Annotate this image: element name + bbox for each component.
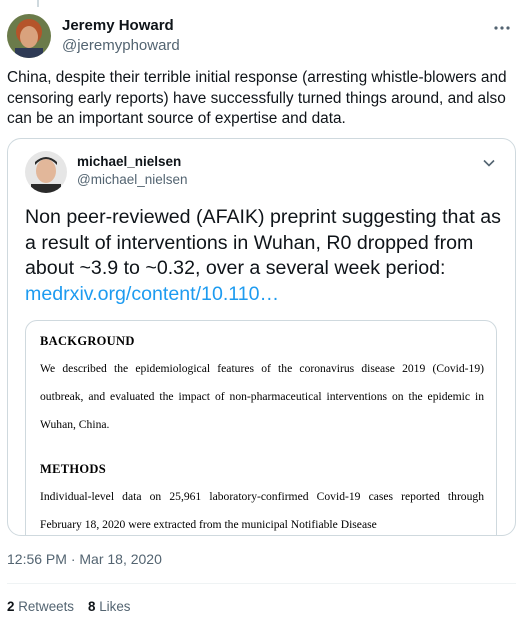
likes-label: Likes: [99, 599, 131, 614]
quoted-author-handle[interactable]: @michael_nielsen: [77, 171, 188, 189]
quoted-link[interactable]: medrxiv.org/content/10.110…: [25, 283, 279, 305]
quoted-avatar[interactable]: [25, 151, 67, 193]
likes-count: 8: [88, 599, 96, 614]
tweet-stats: 2 Retweets 8 Likes: [7, 598, 130, 616]
retweets-stat[interactable]: 2 Retweets: [7, 598, 74, 616]
quoted-tweet[interactable]: michael_nielsen @michael_nielsen Non pee…: [7, 138, 516, 536]
document-preview-image[interactable]: BACKGROUND We described the epidemiologi…: [25, 320, 497, 535]
thread-connector-line: [37, 0, 39, 7]
doc-paragraph-methods: Individual-level data on 25,961 laborato…: [40, 490, 484, 531]
divider: [7, 583, 516, 584]
doc-heading-background: BACKGROUND: [40, 334, 135, 348]
quoted-author-name[interactable]: michael_nielsen: [77, 153, 181, 171]
tweet-header: Jeremy Howard @jeremyphoward: [7, 14, 516, 60]
likes-stat[interactable]: 8 Likes: [88, 598, 130, 616]
avatar[interactable]: [7, 14, 51, 58]
author-name[interactable]: Jeremy Howard: [62, 16, 180, 36]
tweet-text: China, despite their terrible initial re…: [7, 69, 507, 127]
chevron-down-icon[interactable]: [479, 153, 499, 173]
quoted-tweet-text: Non peer-reviewed (AFAIK) preprint sugge…: [25, 205, 505, 307]
more-icon[interactable]: [488, 14, 516, 42]
tweet-timestamp[interactable]: 12:56 PM · Mar 18, 2020: [7, 550, 162, 568]
doc-paragraph-background: We described the epidemiological feature…: [40, 362, 484, 431]
doc-heading-methods: METHODS: [40, 462, 106, 476]
retweets-label: Retweets: [18, 599, 75, 614]
author-handle[interactable]: @jeremyphoward: [62, 36, 180, 56]
retweets-count: 2: [7, 599, 15, 614]
quoted-text-body: Non peer-reviewed (AFAIK) preprint sugge…: [25, 206, 501, 279]
